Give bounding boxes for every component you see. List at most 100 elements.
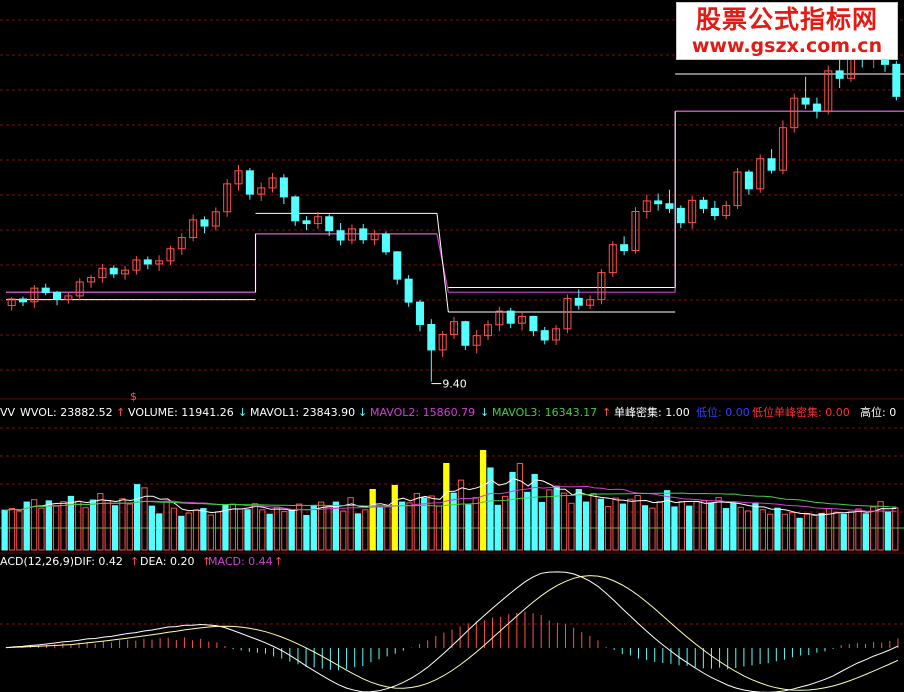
volume-bar bbox=[273, 506, 281, 551]
volume-bar bbox=[391, 484, 398, 551]
macd-indicator-value: MACD: 0.44 bbox=[208, 555, 273, 568]
volume-bar bbox=[156, 513, 163, 551]
candle-body bbox=[325, 216, 334, 232]
candle-body bbox=[767, 158, 776, 171]
trend-arrow-icon: ↓ bbox=[238, 406, 247, 419]
macd-indicator-name: ACD(12,26,9) bbox=[0, 555, 74, 568]
volume-bar bbox=[531, 473, 538, 551]
volume-bar bbox=[663, 490, 671, 551]
volume-bar bbox=[60, 501, 67, 551]
volume-bar bbox=[1, 509, 8, 551]
volume-bar bbox=[803, 513, 811, 551]
volume-bar bbox=[214, 511, 222, 551]
volume-bar bbox=[119, 498, 126, 551]
candle-body bbox=[540, 330, 549, 341]
trend-arrow-icon: ↑ bbox=[274, 555, 283, 568]
volume-bar bbox=[369, 488, 376, 551]
volume-bar bbox=[281, 510, 288, 551]
trend-arrow-icon: ↑ bbox=[602, 406, 611, 419]
volume-bar bbox=[560, 492, 568, 551]
volume-indicator-value: 低位单峰密集: 0.00 bbox=[752, 405, 850, 419]
volume-bar bbox=[111, 505, 119, 551]
volume-indicator-value: MAVOL3: 16343.17 bbox=[492, 406, 597, 419]
volume-bar bbox=[752, 502, 759, 551]
volume-bar bbox=[811, 514, 818, 551]
volume-bar bbox=[744, 510, 752, 551]
volume-bar bbox=[376, 507, 384, 551]
volume-bar bbox=[244, 509, 251, 551]
volume-bar bbox=[237, 508, 244, 551]
volume-bar bbox=[789, 512, 796, 551]
volume-bar bbox=[597, 498, 605, 551]
volume-bar bbox=[288, 509, 295, 551]
volume-bar bbox=[686, 505, 693, 551]
volume-bar bbox=[730, 502, 737, 551]
volume-bar bbox=[82, 507, 89, 551]
volume-bar bbox=[649, 507, 656, 551]
trend-arrow-icon: ↑ bbox=[130, 555, 139, 568]
volume-bar bbox=[229, 503, 236, 551]
volume-bar bbox=[575, 488, 582, 551]
macd-indicator-value: DIF: 0.42 bbox=[74, 555, 123, 568]
volume-bar bbox=[634, 495, 641, 551]
candle-body bbox=[892, 63, 901, 97]
volume-bar bbox=[582, 501, 590, 551]
volume-indicator-name: VV bbox=[0, 406, 16, 419]
volume-bar bbox=[75, 500, 82, 551]
volume-bar bbox=[457, 479, 465, 551]
stock-chart-canvas[interactable]: 9.40$VV WVOL: 23882.52 ↑ VOLUME: 11941.26 ↓ M… bbox=[0, 0, 904, 692]
volume-bar bbox=[494, 504, 501, 551]
volume-bar bbox=[524, 491, 531, 551]
volume-bar bbox=[354, 513, 362, 551]
volume-bar bbox=[89, 499, 97, 551]
volume-bar bbox=[8, 508, 16, 551]
volume-bar bbox=[479, 449, 487, 551]
volume-bar bbox=[538, 501, 546, 551]
watermark-logo: 股票公式指标网 www.gszx.com.cn bbox=[676, 2, 898, 60]
volume-bar bbox=[38, 507, 45, 551]
candle-body bbox=[654, 200, 663, 205]
volume-indicator-value: 高位: 0 bbox=[860, 405, 896, 419]
volume-indicator-value: 低位: 0.00 bbox=[696, 405, 750, 419]
volume-bar bbox=[774, 507, 781, 551]
volume-bar bbox=[619, 503, 627, 551]
candle-body bbox=[529, 315, 538, 332]
trend-arrow-icon: ↑ bbox=[116, 406, 125, 419]
candle-body bbox=[302, 220, 311, 225]
volume-bar bbox=[178, 515, 185, 551]
volume-bar bbox=[612, 497, 619, 551]
volume-bar bbox=[767, 513, 774, 551]
volume-bar bbox=[362, 509, 369, 551]
volume-bar bbox=[133, 484, 141, 551]
macd-bars-group bbox=[5, 611, 899, 671]
volume-bar bbox=[340, 510, 347, 551]
volume-indicator-value: MAVOL1: 23843.90 bbox=[250, 406, 355, 419]
volume-bar bbox=[170, 507, 178, 551]
candle-body bbox=[18, 298, 28, 303]
candle-body bbox=[359, 228, 368, 241]
volume-bar bbox=[759, 509, 766, 551]
volume-bar bbox=[568, 502, 575, 551]
volume-indicator-value: MAVOL2: 15860.79 bbox=[370, 406, 475, 419]
volume-bar bbox=[443, 462, 450, 551]
volume-bar bbox=[818, 512, 825, 551]
trend-arrow-icon: ↓ bbox=[480, 406, 489, 419]
candle-body bbox=[53, 291, 62, 300]
volume-bar bbox=[722, 508, 730, 551]
volume-bar bbox=[737, 506, 744, 551]
volume-bar bbox=[200, 508, 207, 551]
volume-bar bbox=[678, 501, 685, 551]
candle-body bbox=[835, 70, 844, 79]
volume-indicator-value: 单峰密集: 1.00 bbox=[614, 405, 690, 419]
volume-bar bbox=[295, 503, 303, 551]
candle-body bbox=[506, 310, 515, 324]
candle-body bbox=[415, 301, 424, 325]
volume-bar bbox=[163, 501, 170, 551]
candle-body bbox=[41, 287, 50, 293]
volume-bar bbox=[222, 504, 229, 551]
trend-arrow-icon: ↓ bbox=[358, 406, 367, 419]
volume-bar bbox=[332, 501, 340, 551]
volume-bar bbox=[148, 505, 156, 551]
volume-bar bbox=[855, 508, 862, 551]
volume-bar bbox=[428, 495, 435, 551]
